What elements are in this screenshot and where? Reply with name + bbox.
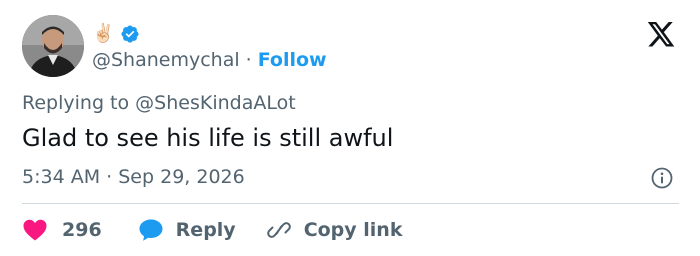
author-handle-row: @Shanemychal · Follow: [92, 48, 327, 72]
reply-label: Reply: [175, 219, 236, 241]
replying-to-prefix: Replying to: [22, 92, 130, 114]
replying-to-line: Replying to @ShesKindaALot: [22, 92, 296, 114]
copy-link-label: Copy link: [303, 219, 403, 241]
timestamp-separator: ·: [106, 166, 113, 188]
copy-link-button[interactable]: Copy link: [266, 218, 403, 242]
author-handle[interactable]: @Shanemychal: [92, 49, 240, 71]
like-count: 296: [62, 219, 102, 241]
reply-mention-link[interactable]: @ShesKindaALot: [135, 92, 296, 114]
victory-hand-emoji: ✌🏻: [92, 23, 115, 44]
reply-button[interactable]: Reply: [138, 218, 236, 242]
action-bar: 296 Reply Copy link: [22, 216, 402, 244]
tweet-time: 5:34 AM: [22, 166, 101, 188]
verified-badge-icon: [120, 24, 140, 44]
speech-bubble-icon: [138, 218, 164, 242]
handle-separator: ·: [245, 49, 252, 71]
avatar-photo: [22, 15, 84, 77]
follow-button[interactable]: Follow: [258, 49, 327, 71]
divider: [22, 203, 679, 204]
x-logo-icon[interactable]: [646, 22, 676, 49]
heart-icon: [22, 218, 48, 242]
author-name-row[interactable]: ✌🏻: [92, 22, 140, 46]
link-icon: [266, 218, 292, 242]
avatar[interactable]: [22, 15, 84, 77]
tweet-timestamp[interactable]: 5:34 AM · Sep 29, 2026: [22, 166, 245, 188]
tweet-date: Sep 29, 2026: [118, 166, 245, 188]
like-button[interactable]: 296: [22, 218, 102, 242]
tweet-text: Glad to see his life is still awful: [22, 124, 394, 152]
info-icon[interactable]: [651, 167, 673, 189]
